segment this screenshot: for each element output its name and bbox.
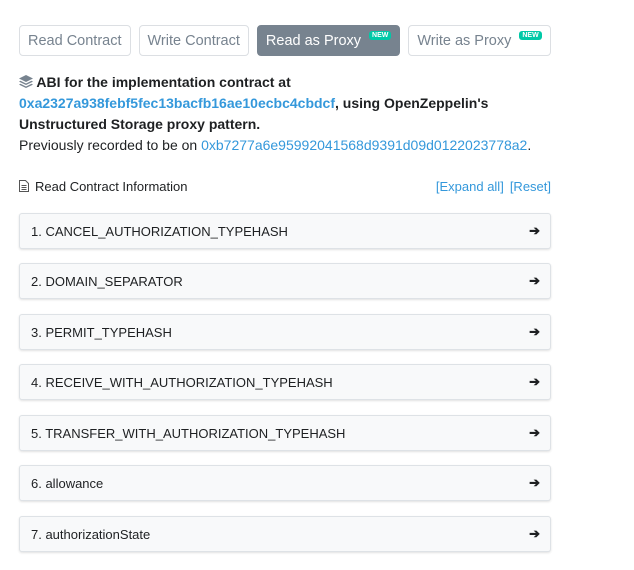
function-name: 1. CANCEL_AUTHORIZATION_TYPEHASH — [31, 223, 288, 239]
function-name: 2. DOMAIN_SEPARATOR — [31, 273, 183, 289]
abi-notice: ABI for the implementation contract at 0… — [19, 72, 579, 156]
arrow-right-icon: ➔ — [529, 273, 540, 288]
tab-label: Write as Proxy — [417, 32, 512, 49]
function-name: 6. allowance — [31, 475, 104, 491]
tab-write-as-proxy[interactable]: Write as Proxy NEW — [408, 25, 551, 56]
arrow-right-icon: ➔ — [529, 324, 540, 339]
tab-label: Read as Proxy — [265, 32, 362, 49]
tab-write-contract[interactable]: Write Contract — [138, 25, 249, 56]
contract-tabs: Read Contract Write Contract Read as Pro… — [19, 25, 551, 56]
period: . — [527, 137, 532, 153]
implementation-address-link[interactable]: 0xa2327a938febf5fec13bacfb16ae10ecbc4cbd… — [19, 95, 335, 111]
function-row[interactable]: 7. authorizationState ➔ — [19, 516, 551, 552]
abi-prefix: ABI for the implementation contract at — [36, 74, 291, 90]
new-badge: NEW — [369, 31, 392, 40]
tab-label: Read Contract — [28, 32, 122, 49]
function-row[interactable]: 2. DOMAIN_SEPARATOR ➔ — [19, 263, 551, 299]
function-row[interactable]: 5. TRANSFER_WITH_AUTHORIZATION_TYPEHASH ➔ — [19, 415, 551, 451]
function-name: 3. PERMIT_TYPEHASH — [31, 324, 172, 340]
arrow-right-icon: ➔ — [529, 425, 540, 440]
document-icon — [19, 179, 35, 194]
function-name: 7. authorizationState — [31, 526, 151, 542]
arrow-right-icon: ➔ — [529, 526, 540, 541]
function-name: 4. RECEIVE_WITH_AUTHORIZATION_TYPEHASH — [31, 374, 333, 390]
function-row[interactable]: 3. PERMIT_TYPEHASH ➔ — [19, 314, 551, 350]
function-name: 5. TRANSFER_WITH_AUTHORIZATION_TYPEHASH — [31, 425, 346, 441]
function-row[interactable]: 6. allowance ➔ — [19, 465, 551, 501]
arrow-right-icon: ➔ — [529, 223, 540, 238]
arrow-right-icon: ➔ — [529, 374, 540, 389]
tab-read-as-proxy[interactable]: Read as Proxy NEW — [256, 25, 401, 56]
layers-icon — [19, 74, 33, 90]
read-contract-info-header: Read Contract Information [Expand all] [R… — [19, 179, 551, 194]
function-row[interactable]: 1. CANCEL_AUTHORIZATION_TYPEHASH ➔ — [19, 213, 551, 249]
expand-all-link[interactable]: [Expand all] — [436, 179, 504, 194]
reset-link[interactable]: [Reset] — [510, 179, 551, 194]
previous-label: Previously recorded to be on — [19, 137, 198, 153]
info-title: Read Contract Information — [35, 179, 188, 194]
tab-label: Write Contract — [147, 32, 240, 49]
previous-address-link[interactable]: 0xb7277a6e95992041568d9391d09d0122023778… — [201, 137, 527, 153]
new-badge: NEW — [519, 31, 542, 40]
tab-read-contract[interactable]: Read Contract — [19, 25, 131, 56]
function-row[interactable]: 4. RECEIVE_WITH_AUTHORIZATION_TYPEHASH ➔ — [19, 364, 551, 400]
arrow-right-icon: ➔ — [529, 475, 540, 490]
